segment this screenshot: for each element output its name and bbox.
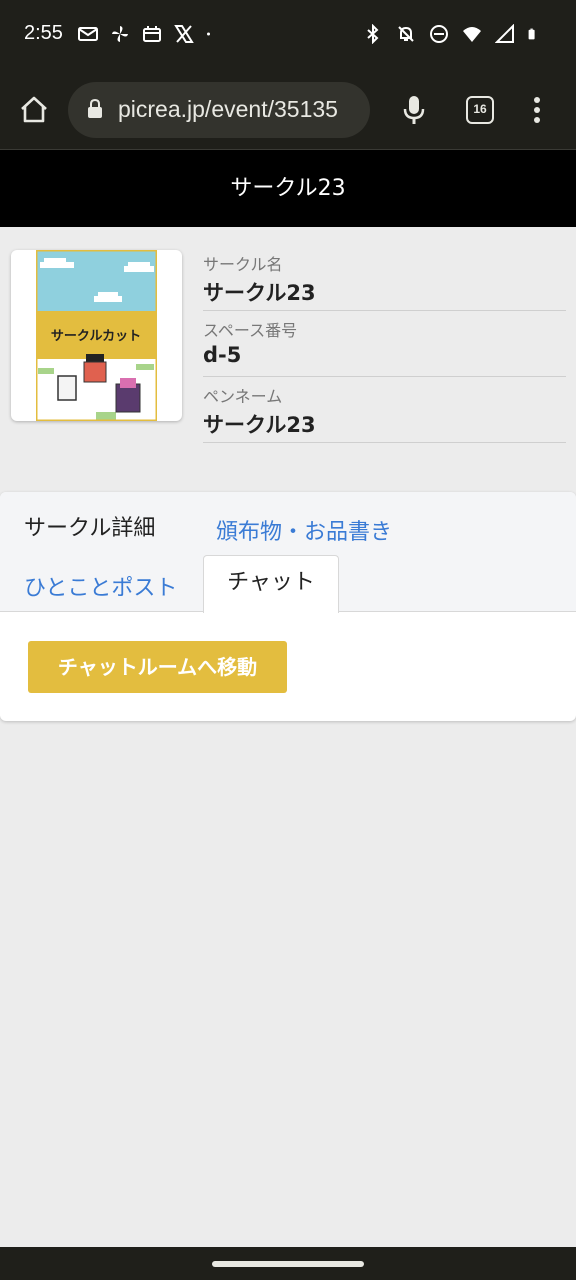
browser-toolbar: picrea.jp/event/35135 16 (0, 70, 576, 150)
circle-profile: サークルカット サークル名 サークル23 スペース番号 d-5 ペンネーム サー… (0, 227, 576, 477)
page-title: サークル23 (0, 150, 576, 227)
tab-circle-details[interactable]: サークル詳細 (24, 510, 155, 542)
tab-chat[interactable]: チャット (203, 555, 339, 613)
address-bar[interactable]: picrea.jp/event/35135 (68, 82, 370, 138)
home-icon[interactable] (18, 94, 50, 126)
pen-name-row: ペンネーム サークル23 (203, 377, 566, 443)
bell-off-icon (398, 26, 414, 42)
signal-icon (495, 24, 514, 43)
wifi-icon (463, 27, 481, 42)
space-number-row: スペース番号 d-5 (203, 311, 566, 377)
tab-list: サークル詳細 頒布物・お品書き ひとことポスト チャット (0, 492, 576, 613)
circle-cut-caption: サークルカット (51, 329, 141, 344)
lock-icon (88, 99, 102, 118)
status-bar: 2:55 (0, 0, 576, 70)
circle-info-list: サークル名 サークル23 スペース番号 d-5 ペンネーム サークル23 (203, 245, 566, 443)
circle-cut-image: サークルカット (36, 250, 157, 421)
do-not-disturb-icon (430, 25, 448, 43)
status-time: 2:55 (24, 22, 63, 44)
tab-posts[interactable]: ひとことポスト (24, 570, 177, 602)
circle-cut-card: サークルカット (11, 250, 182, 421)
pen-name-value: サークル23 (203, 413, 316, 437)
tab-switcher-button[interactable]: 16 (466, 96, 494, 124)
go-to-chatroom-button[interactable]: チャットルームへ移動 (28, 641, 287, 693)
microphone-icon[interactable] (400, 94, 428, 126)
dot-icon (207, 32, 210, 36)
system-nav-bar (0, 1247, 576, 1280)
space-number-label: スペース番号 (203, 321, 298, 340)
space-number-value: d-5 (203, 343, 242, 367)
circle-tabs-panel: サークル詳細 頒布物・お品書き ひとことポスト チャット チャットルームへ移動 (0, 492, 576, 721)
circle-name-value: サークル23 (203, 281, 316, 305)
url-text: picrea.jp/event/35135 (118, 96, 338, 122)
pen-name-label: ペンネーム (203, 387, 283, 406)
battery-icon (528, 28, 535, 40)
calendar-app-icon (143, 26, 161, 42)
overflow-menu-icon[interactable] (530, 94, 544, 126)
x-app-icon (174, 25, 194, 43)
circle-name-row: サークル名 サークル23 (203, 245, 566, 311)
circle-name-label: サークル名 (203, 255, 283, 274)
tab-goods[interactable]: 頒布物・お品書き (216, 514, 392, 546)
gmail-icon (78, 27, 98, 41)
pinwheel-app-icon (112, 26, 128, 42)
bluetooth-icon (367, 24, 379, 44)
home-gesture-handle[interactable] (212, 1261, 364, 1267)
